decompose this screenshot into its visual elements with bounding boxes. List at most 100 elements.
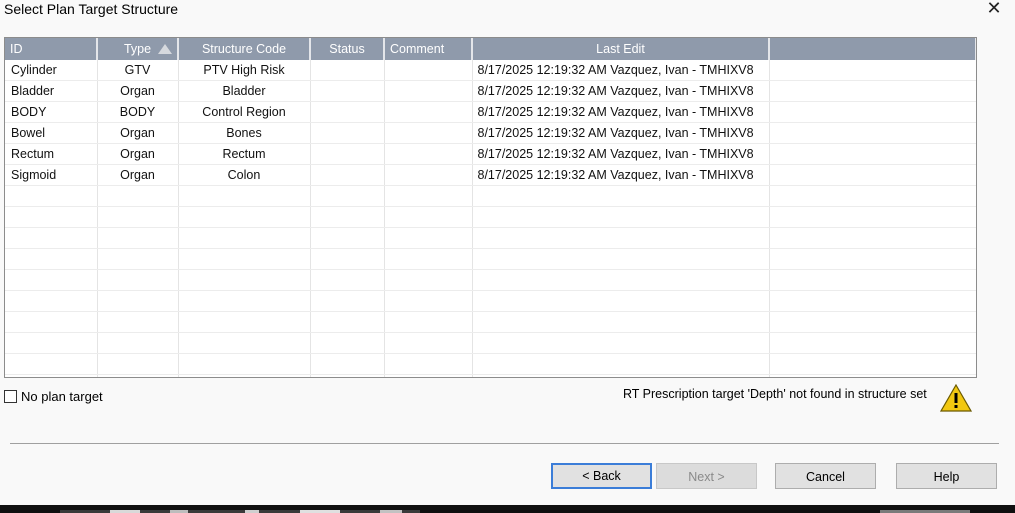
column-header-type[interactable]: Type — [97, 38, 179, 60]
column-header-comment[interactable]: Comment — [384, 38, 473, 60]
cell-filler — [769, 101, 976, 123]
back-button[interactable]: < Back — [551, 463, 652, 489]
empty-cell — [310, 227, 385, 249]
empty-cell — [178, 185, 311, 207]
no-plan-target-option[interactable]: No plan target — [4, 389, 103, 404]
cell-filler — [769, 143, 976, 165]
empty-cell — [384, 248, 473, 270]
table-row[interactable]: Rectum Organ Rectum 8/17/2025 12:19:32 AM V… — [5, 143, 976, 165]
cell-id: Bowel — [5, 122, 98, 144]
table-row[interactable]: Bladder Organ Bladder 8/17/2025 12:19:32 AM… — [5, 80, 976, 102]
table-row[interactable]: Sigmoid Organ Colon 8/17/2025 12:19:32 AM V… — [5, 164, 976, 186]
cell-comment — [384, 80, 473, 102]
empty-row — [5, 269, 976, 291]
cell-filler — [769, 60, 976, 81]
empty-cell — [178, 374, 311, 377]
empty-cell — [97, 353, 179, 375]
empty-cell — [384, 332, 473, 354]
empty-cell — [178, 290, 311, 312]
empty-cell — [97, 311, 179, 333]
empty-cell — [97, 290, 179, 312]
empty-cell — [472, 353, 770, 375]
empty-cell — [310, 353, 385, 375]
cell-comment — [384, 60, 473, 81]
cell-id: Sigmoid — [5, 164, 98, 186]
table-row[interactable]: BODY BODY Control Region 8/17/2025 12:19:32… — [5, 101, 976, 123]
table-row[interactable]: Bowel Organ Bones 8/17/2025 12:19:32 AM Vaz… — [5, 122, 976, 144]
cell-filler — [769, 122, 976, 144]
empty-cell — [310, 332, 385, 354]
cell-last-edit: 8/17/2025 12:19:32 AM Vazquez, Ivan - TM… — [472, 143, 770, 165]
empty-cell — [178, 311, 311, 333]
warning-message: RT Prescription target 'Depth' not found… — [623, 387, 927, 401]
cell-structure-code: Rectum — [178, 143, 311, 165]
empty-cell — [769, 206, 976, 228]
empty-cell — [310, 185, 385, 207]
column-header-id[interactable]: ID — [5, 38, 98, 60]
cell-comment — [384, 122, 473, 144]
structure-table: ID Type Structure Code Status Comment La… — [5, 38, 976, 377]
empty-row — [5, 185, 976, 207]
empty-cell — [769, 248, 976, 270]
cell-structure-code: Bones — [178, 122, 311, 144]
select-plan-target-dialog: Select Plan Target Structure ✕ ID Type S… — [0, 0, 1015, 505]
empty-cell — [384, 185, 473, 207]
empty-cell — [384, 290, 473, 312]
column-header-status[interactable]: Status — [310, 38, 385, 60]
empty-cell — [310, 269, 385, 291]
empty-cell — [769, 227, 976, 249]
empty-cell — [5, 206, 98, 228]
cell-type: Organ — [97, 143, 179, 165]
cell-filler — [769, 80, 976, 102]
empty-cell — [5, 311, 98, 333]
empty-cell — [310, 290, 385, 312]
empty-cell — [97, 248, 179, 270]
empty-cell — [384, 206, 473, 228]
close-icon[interactable]: ✕ — [983, 0, 1005, 19]
empty-cell — [472, 227, 770, 249]
column-header-structure-code[interactable]: Structure Code — [178, 38, 311, 60]
cell-type: Organ — [97, 164, 179, 186]
cell-structure-code: PTV High Risk — [178, 60, 311, 81]
empty-cell — [310, 374, 385, 377]
empty-row — [5, 227, 976, 249]
cell-structure-code: Colon — [178, 164, 311, 186]
empty-cell — [178, 269, 311, 291]
cell-comment — [384, 164, 473, 186]
empty-row — [5, 353, 976, 375]
empty-cell — [769, 353, 976, 375]
cell-structure-code: Control Region — [178, 101, 311, 123]
column-header-last-edit[interactable]: Last Edit — [472, 38, 770, 60]
help-button[interactable]: Help — [896, 463, 997, 489]
background-image-strip — [0, 505, 1015, 513]
table-row[interactable]: Cylinder GTV PTV High Risk 8/17/2025 12:19:… — [5, 60, 976, 81]
empty-cell — [5, 227, 98, 249]
empty-cell — [472, 290, 770, 312]
empty-row — [5, 374, 976, 377]
cell-type: Organ — [97, 122, 179, 144]
cell-id: BODY — [5, 101, 98, 123]
empty-cell — [472, 248, 770, 270]
empty-cell — [769, 332, 976, 354]
empty-cell — [97, 374, 179, 377]
empty-cell — [310, 206, 385, 228]
cell-last-edit: 8/17/2025 12:19:32 AM Vazquez, Ivan - TM… — [472, 101, 770, 123]
cell-type: GTV — [97, 60, 179, 81]
next-button[interactable]: Next > — [656, 463, 757, 489]
cell-last-edit: 8/17/2025 12:19:32 AM Vazquez, Ivan - TM… — [472, 164, 770, 186]
no-plan-target-checkbox[interactable] — [4, 389, 17, 403]
warning-icon — [940, 384, 972, 412]
column-header-filler — [769, 38, 976, 60]
empty-cell — [769, 374, 976, 377]
cell-status — [310, 60, 385, 81]
empty-cell — [472, 185, 770, 207]
cell-status — [310, 101, 385, 123]
empty-cell — [178, 206, 311, 228]
empty-cell — [472, 374, 770, 377]
cell-id: Cylinder — [5, 60, 98, 81]
table-header-row: ID Type Structure Code Status Comment La… — [5, 38, 976, 60]
cell-filler — [769, 164, 976, 186]
structure-grid[interactable]: ID Type Structure Code Status Comment La… — [4, 37, 977, 378]
empty-cell — [384, 353, 473, 375]
cancel-button[interactable]: Cancel — [775, 463, 876, 489]
